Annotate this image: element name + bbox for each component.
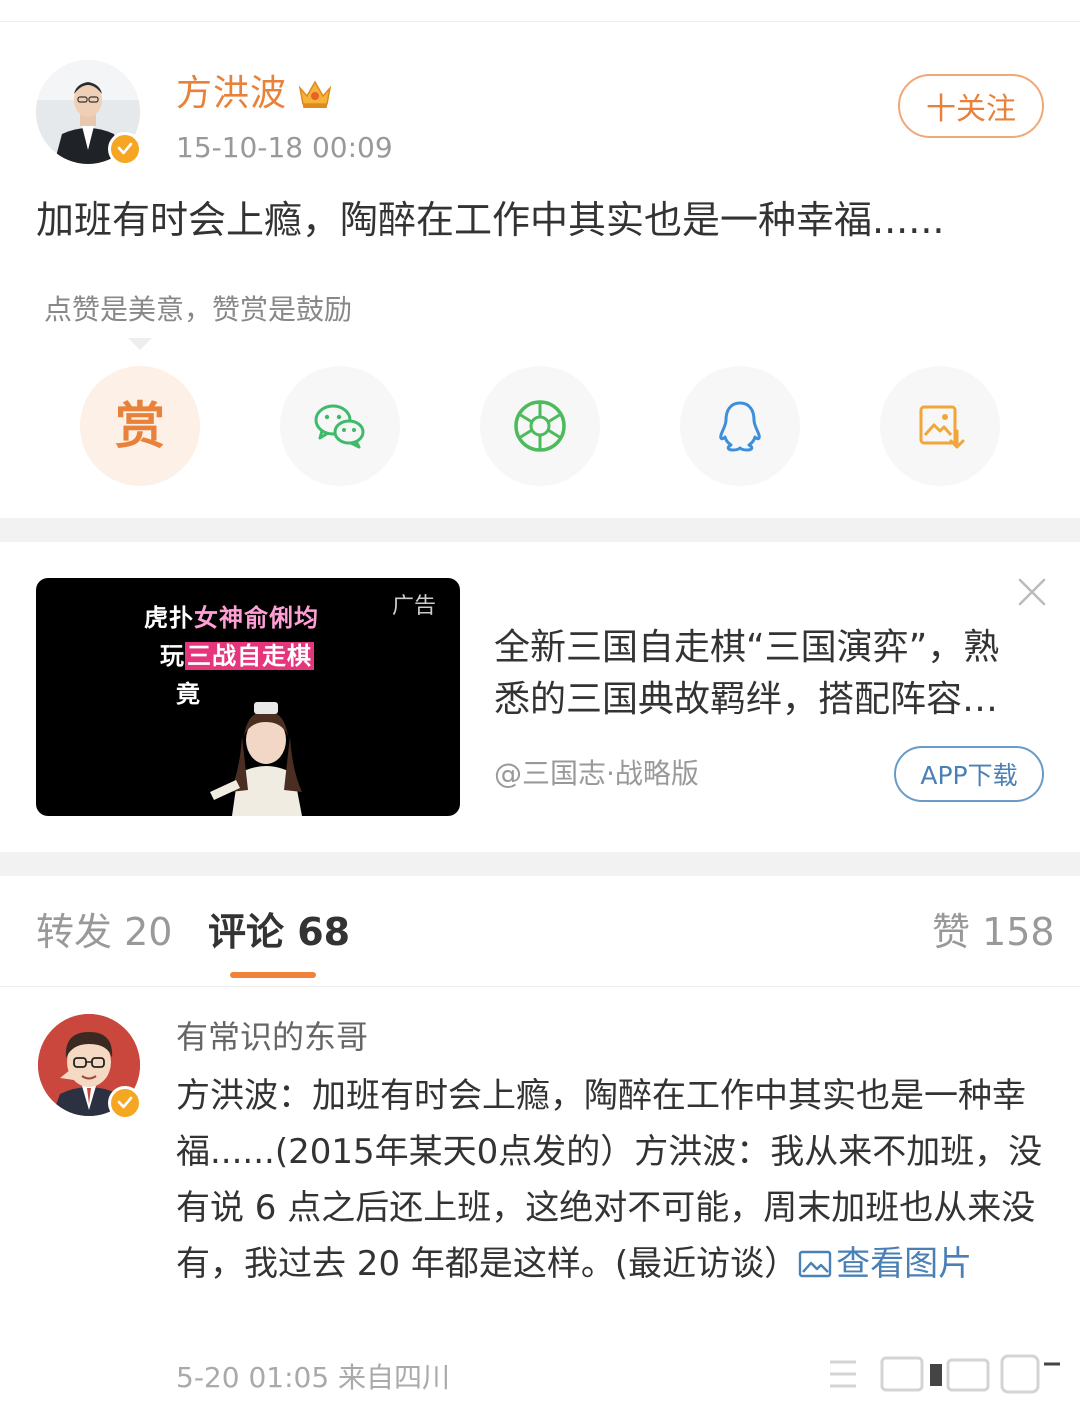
reward-button[interactable]: 赏 (80, 366, 200, 486)
verified-badge-icon (108, 1086, 142, 1120)
comment-meta: 5-20 01:05 来自四川 (176, 1361, 451, 1394)
watermark-logo (830, 1354, 1060, 1394)
share-moments-button[interactable] (480, 366, 600, 486)
follow-button[interactable]: 十关注 (898, 74, 1044, 138)
close-icon[interactable] (1014, 574, 1050, 610)
hint-pointer (128, 338, 152, 350)
ad-overlay-caption: 玩三战自走棋 (160, 642, 314, 670)
ad-tag: 广告 (392, 594, 437, 619)
view-picture-link[interactable]: 查看图片 (798, 1244, 972, 1284)
author-name[interactable]: 方洪波 (176, 70, 287, 118)
tabs-divider (0, 986, 1080, 987)
save-image-icon (919, 405, 965, 449)
image-icon (798, 1250, 832, 1278)
app-download-button[interactable]: APP下载 (894, 746, 1044, 802)
reward-hint: 点赞是美意，赞赏是鼓励 (44, 293, 353, 326)
section-divider (0, 852, 1080, 876)
share-wechat-button[interactable] (280, 366, 400, 486)
post-body: 加班有时会上瘾，陶醉在工作中其实也是一种幸福...... (36, 198, 945, 242)
ad-image[interactable]: 虎扑女神俞俐均 玩三战自走棋 竟 广告 (36, 578, 460, 816)
top-divider (0, 0, 1080, 22)
crown-icon (298, 80, 332, 108)
share-qq-button[interactable] (680, 366, 800, 486)
reward-label: 赏 (115, 397, 165, 455)
comment-body: 方洪波：加班有时会上瘾，陶醉在工作中其实也是一种幸福......(2015年某天… (176, 1068, 1056, 1292)
qq-icon (719, 401, 761, 452)
ad-title[interactable]: 全新三国自走棋“三国演弈”，熟悉的三国典故羁绊，搭配阵容… (494, 622, 1034, 726)
ad-overlay-caption: 虎扑女神俞俐均 (144, 604, 319, 632)
ad-source[interactable]: @三国志·战略版 (494, 754, 699, 794)
tab-comment[interactable]: 评论 68 (208, 904, 350, 960)
moments-icon (514, 400, 566, 452)
verified-badge-icon (108, 132, 142, 166)
post-timestamp: 15-10-18 00:09 (176, 131, 393, 164)
tab-like[interactable]: 赞 158 (932, 904, 1055, 960)
ad-person-image (210, 702, 302, 816)
active-tab-indicator (230, 972, 316, 978)
wechat-icon (314, 404, 365, 449)
commenter-name[interactable]: 有常识的东哥 (176, 1014, 368, 1060)
section-divider (0, 518, 1080, 542)
tab-repost[interactable]: 转发 20 (36, 904, 172, 960)
save-image-button[interactable] (880, 366, 1000, 486)
